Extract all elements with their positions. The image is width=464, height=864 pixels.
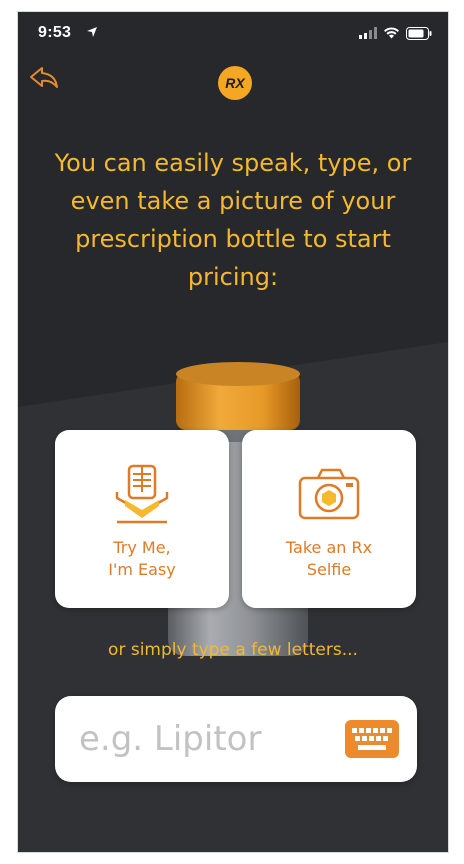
rx-logo: RX [218,66,252,100]
back-arrow-icon [30,67,58,88]
keyboard-button[interactable] [345,720,399,758]
drug-search-box [55,696,417,782]
drug-search-input[interactable] [79,710,319,768]
camera-icon [298,468,360,520]
battery-icon [406,26,432,40]
page-headline: You can easily speak, type, or even take… [54,149,412,291]
status-bar: 9:53 [18,12,448,54]
status-time: 9:53 [38,24,72,41]
location-arrow-icon [87,27,97,37]
status-icons [359,26,432,40]
camera-option-label: Take an Rx Selfie [285,538,373,579]
app-screen: 9:53 RX You can easily speak, type, or e… [18,12,448,852]
keyboard-icon [352,728,392,750]
speak-option-button[interactable]: Try Me, I'm Easy [55,430,229,608]
type-prompt: or simply type a few letters... [108,640,358,660]
speak-option-label: Try Me, I'm Easy [108,538,176,579]
signal-bars-icon [359,27,377,39]
back-button[interactable] [28,64,60,92]
wifi-icon [384,27,399,39]
camera-option-button[interactable]: Take an Rx Selfie [242,430,416,608]
microphone-icon [115,464,169,524]
